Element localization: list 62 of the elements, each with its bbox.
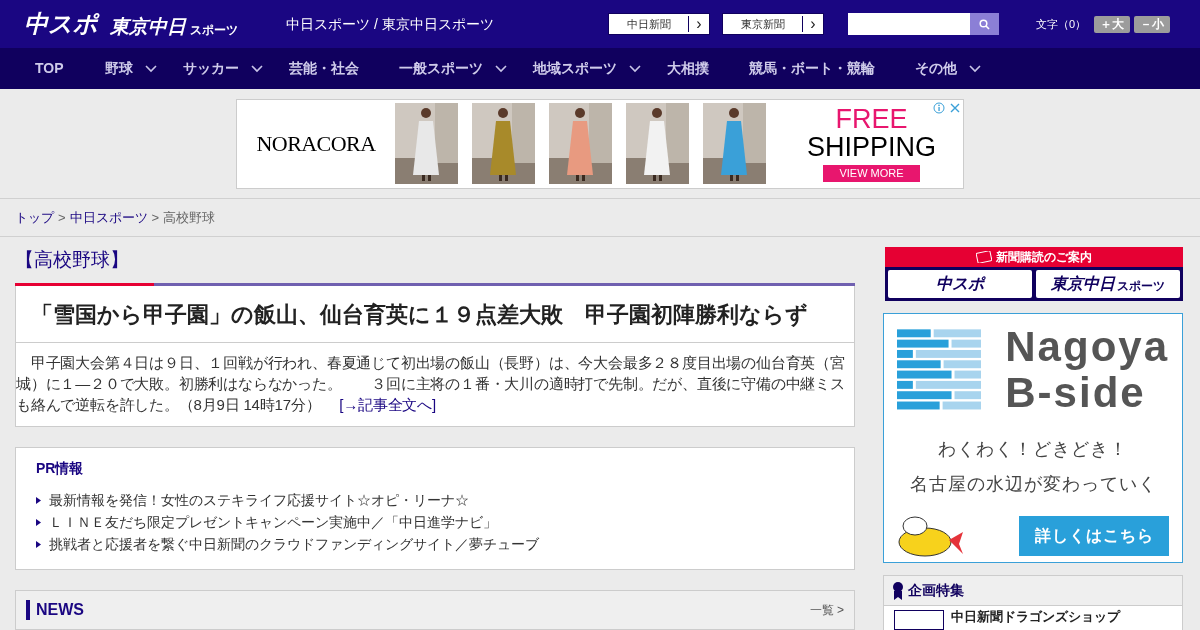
triangle-bullet-icon xyxy=(36,518,41,526)
panel-title: 新聞購読のご案内 xyxy=(996,249,1092,266)
advertisement-banner[interactable]: NORACORA FREE SHIPPING VIEW MORE xyxy=(236,98,964,189)
brick-wall-icon xyxy=(897,329,982,411)
triangle-bullet-icon xyxy=(36,540,41,548)
banner-tagline: わくわく！どきどき！ xyxy=(937,438,1129,461)
category-heading: 【高校野球】 xyxy=(15,248,130,272)
nav-item[interactable]: TOP xyxy=(35,58,105,79)
logo-subtext: スポーツ xyxy=(190,24,238,36)
nav-item[interactable]: 一般スポーツ xyxy=(399,58,533,79)
article-headline[interactable]: 「雪国から甲子園」の飯山、仙台育英に１９点差大敗 甲子園初陣勝利ならず xyxy=(16,286,854,343)
pr-link[interactable]: 最新情報を発信！女性のステキライフ応援サイト☆オピ・リーナ☆ xyxy=(49,489,469,511)
nav-item[interactable]: 競馬・ボート・競輪 xyxy=(749,58,915,79)
view-more-button[interactable]: VIEW MORE xyxy=(823,165,920,182)
banner-tagline: 名古屋の水辺が変わっていく xyxy=(908,473,1158,496)
nav-item[interactable]: 芸能・社会 xyxy=(289,58,399,79)
nav-item[interactable]: 大相撲 xyxy=(667,58,749,79)
banner-title: Nagoya xyxy=(1005,324,1169,370)
pr-link[interactable]: ＬＩＮＥ友だち限定プレゼントキャンペーン実施中／「中日進学ナビ」 xyxy=(49,511,497,533)
read-more-link[interactable]: [→記事全文へ] xyxy=(339,396,436,413)
breadcrumb-current: 高校野球 xyxy=(163,208,216,227)
site-title: 中日スポーツ / 東京中日スポーツ xyxy=(286,14,495,34)
info-icon[interactable] xyxy=(933,101,945,114)
pr-link[interactable]: 挑戦者と応援者を繋ぐ中日新聞のクラウドファンディングサイト／夢チューブ xyxy=(49,533,539,555)
ad-brand: NORACORA xyxy=(255,130,377,158)
promo-banner[interactable]: Nagoya B-side わくわく！どきどき！ 名古屋の水辺が変わっていく 詳しくはこちら xyxy=(883,313,1183,563)
chevron-down-icon xyxy=(495,64,507,73)
chevron-down-icon xyxy=(145,64,157,73)
more-link[interactable]: 一覧 > xyxy=(809,601,844,619)
site-link[interactable]: 中日新聞 › xyxy=(608,13,710,35)
breadcrumb-link[interactable]: 中日スポーツ xyxy=(69,207,148,228)
article-summary: 甲子園大会第４日は９日、１回戦が行われ、春夏通じて初出場の飯山（長野）は、今大会最多２８度目出場の仙台育英（宮城）に１―２０で大敗。初勝利はならなかった。 ３回に主将の１番・大川の適時打で先制。だが、直後に守備の中継ミスも絡んで逆転を許した。（8月9日 14時17分） [→記事全文へ] xyxy=(16,353,846,415)
triangle-bullet-icon xyxy=(36,496,41,504)
search-button[interactable] xyxy=(970,13,999,35)
breadcrumb-separator: > xyxy=(58,208,66,227)
logo-text[interactable]: 東京中日 xyxy=(110,17,186,36)
logo-text[interactable]: 中スポ xyxy=(24,12,98,36)
chevron-down-icon xyxy=(251,64,263,73)
section-title: PR情報 xyxy=(36,459,85,478)
chevron-down-icon xyxy=(629,64,641,73)
close-icon[interactable] xyxy=(950,102,960,113)
ad-headline: FREE xyxy=(835,105,908,133)
site-link[interactable]: 東京新聞 › xyxy=(722,13,824,35)
section-title: NEWS xyxy=(36,600,85,620)
newspaper-icon xyxy=(976,251,992,263)
ad-headline: SHIPPING xyxy=(807,133,936,161)
ribbon-award-icon xyxy=(892,580,904,601)
section-title: 企画特集 xyxy=(908,581,964,600)
fried-shrimp-mascot-icon xyxy=(897,514,965,558)
banner-title: B-side xyxy=(1005,370,1146,416)
nav-item[interactable]: サッカー xyxy=(183,58,289,79)
search-icon xyxy=(979,18,990,30)
breadcrumb-separator: > xyxy=(151,208,160,227)
nav-item[interactable]: 野球 xyxy=(105,58,183,79)
thumbnail-frame xyxy=(894,610,944,630)
nav-item[interactable]: その他 xyxy=(915,58,1005,79)
subscribe-link[interactable]: 中スポ xyxy=(888,270,1032,298)
chevron-down-icon xyxy=(969,64,981,73)
font-size-label: 文字（0） xyxy=(1036,16,1087,32)
breadcrumb-link[interactable]: トップ xyxy=(15,207,54,228)
nav-item[interactable]: 地域スポーツ xyxy=(533,58,667,79)
subscribe-link[interactable]: 東京中日スポーツ xyxy=(1036,270,1180,298)
